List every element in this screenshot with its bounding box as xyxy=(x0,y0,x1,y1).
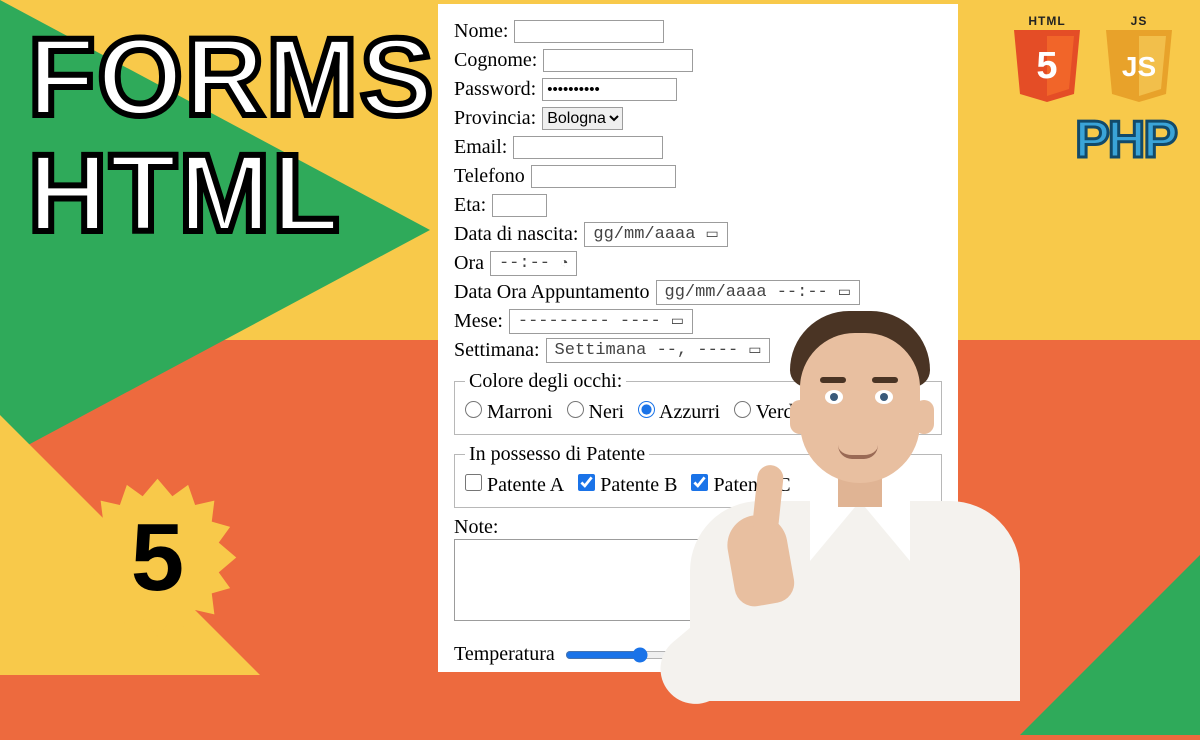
eta-input[interactable] xyxy=(492,194,547,217)
temperatura-label: Temperatura xyxy=(454,643,555,666)
eyes-opt-neri[interactable]: Neri xyxy=(567,401,625,424)
password-input[interactable] xyxy=(542,78,677,101)
svg-text:JS: JS xyxy=(1122,51,1156,82)
patente-a[interactable]: Patente A xyxy=(465,474,564,497)
page-title: FORMS HTML xyxy=(28,20,435,251)
provincia-select[interactable]: Bologna xyxy=(542,107,623,130)
presenter-photo xyxy=(680,305,1000,675)
data-nascita-label: Data di nascita: xyxy=(454,223,578,246)
ora-label: Ora xyxy=(454,252,484,275)
email-input[interactable] xyxy=(513,136,663,159)
clock-icon: ◔ xyxy=(560,256,568,272)
mese-input[interactable]: --------- ---- ▭ xyxy=(509,309,693,334)
eyes-radio-marroni[interactable] xyxy=(465,401,482,418)
js-shield-icon: JS xyxy=(1100,30,1178,102)
eyes-legend: Colore degli occhi: xyxy=(465,370,626,393)
data-nascita-input[interactable]: gg/mm/aaaa ▭ xyxy=(584,222,727,247)
php-label: PHP xyxy=(1075,110,1176,170)
telefono-input[interactable] xyxy=(531,165,676,188)
nome-label: Nome: xyxy=(454,20,508,43)
svg-text:5: 5 xyxy=(1036,45,1057,87)
eyes-opt-marroni[interactable]: Marroni xyxy=(465,401,553,424)
html5-badge: HTML 5 xyxy=(1008,14,1086,102)
eta-label: Eta: xyxy=(454,194,486,217)
email-label: Email: xyxy=(454,136,507,159)
password-label: Password: xyxy=(454,78,536,101)
telefono-label: Telefono xyxy=(454,165,525,188)
patente-legend: In possesso di Patente xyxy=(465,443,649,466)
settimana-label: Settimana: xyxy=(454,339,540,362)
cognome-label: Cognome: xyxy=(454,49,537,72)
js-badge: JS JS xyxy=(1100,14,1178,102)
data-ora-input[interactable]: gg/mm/aaaa --:-- ▭ xyxy=(656,280,860,305)
data-ora-label: Data Ora Appuntamento xyxy=(454,281,650,304)
patente-a-checkbox[interactable] xyxy=(465,474,482,491)
html5-label: HTML xyxy=(1028,14,1065,28)
calendar-icon: ▭ xyxy=(838,284,851,301)
eyes-radio-neri[interactable] xyxy=(567,401,584,418)
ora-input[interactable]: --:-- ◔ xyxy=(490,251,577,276)
calendar-icon: ▭ xyxy=(705,226,718,243)
nome-input[interactable] xyxy=(514,20,664,43)
badge-number: 5 xyxy=(131,503,184,613)
tech-badges: HTML 5 JS JS xyxy=(1008,14,1178,102)
mese-label: Mese: xyxy=(454,310,503,333)
patente-b-checkbox[interactable] xyxy=(578,474,595,491)
eyes-radio-azzurri[interactable] xyxy=(638,401,655,418)
html5-shield-icon: 5 xyxy=(1008,30,1086,102)
star-badge: 5 xyxy=(70,470,245,645)
js-label: JS xyxy=(1131,14,1148,28)
provincia-label: Provincia: xyxy=(454,107,536,130)
title-line-1: FORMS xyxy=(28,20,435,136)
title-line-2: HTML xyxy=(28,136,435,252)
cognome-input[interactable] xyxy=(543,49,693,72)
patente-b[interactable]: Patente B xyxy=(578,474,677,497)
